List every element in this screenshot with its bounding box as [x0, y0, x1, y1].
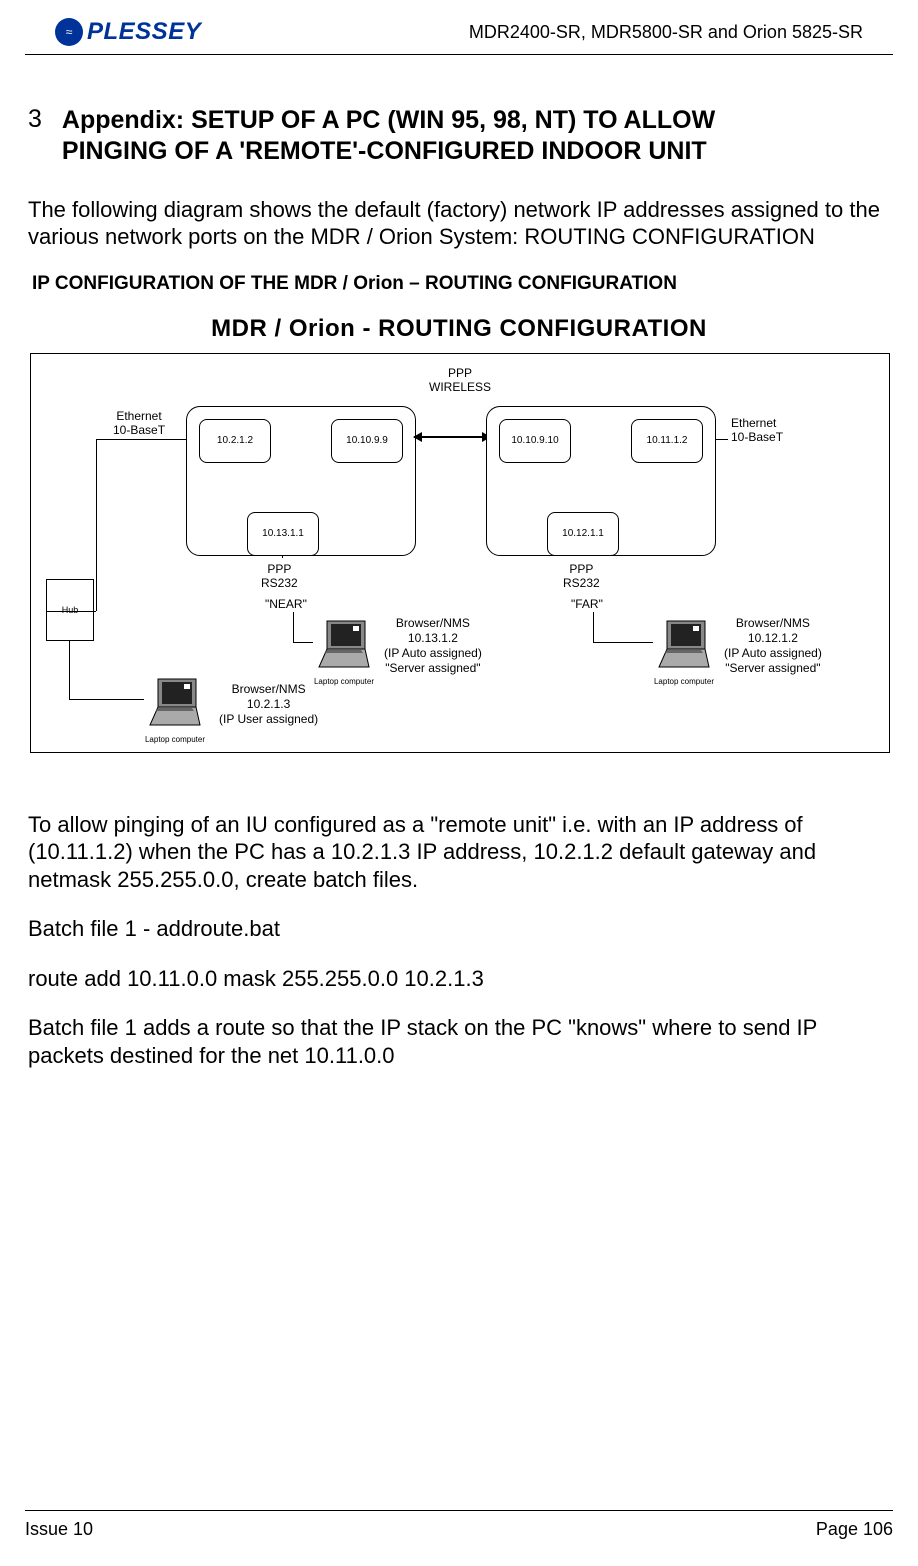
appendix-title: Appendix: SETUP OF A PC (WIN 95, 98, NT)… [62, 105, 715, 168]
port-near-serial: 10.13.1.1 [247, 512, 319, 556]
ethernet-label-left: Ethernet10-BaseT [113, 409, 165, 438]
hub-laptop-line-v [69, 641, 70, 699]
page-number: Page 106 [816, 1519, 893, 1540]
serial-line-far-v [593, 612, 594, 642]
port-far-eth: 10.11.1.2 [631, 419, 703, 463]
laptop-icon [313, 619, 375, 671]
page-content: 3 Appendix: SETUP OF A PC (WIN 95, 98, N… [0, 55, 918, 1069]
laptop-far: Laptop computer [653, 619, 715, 686]
logo-text: PLESSEY [87, 18, 201, 46]
ppp-wireless-label: PPPWIRELESS [429, 366, 491, 395]
ppp-rs232-right: PPPRS232 [563, 562, 600, 591]
hub-line [46, 611, 96, 612]
serial-line-far-h [593, 642, 653, 643]
port-far-serial: 10.12.1.1 [547, 512, 619, 556]
hub: Hub [46, 579, 94, 641]
laptop-icon [653, 619, 715, 671]
router-near: 10.2.1.2 10.10.9.9 10.13.1.1 [186, 406, 416, 556]
near-label: "NEAR" [265, 597, 307, 611]
logo-icon: ≈ [55, 18, 83, 46]
browser-info-hub: Browser/NMS 10.2.1.3 (IP User assigned) [219, 682, 318, 727]
far-label: "FAR" [571, 597, 603, 611]
laptop-hub: Laptop computer [144, 677, 206, 744]
l1 [282, 556, 283, 558]
page-header: ≈ PLESSEY MDR2400-SR, MDR5800-SR and Ori… [25, 0, 893, 55]
browser-info-far: Browser/NMS 10.12.1.2 (IP Auto assigned)… [724, 616, 822, 676]
port-near-wireless: 10.10.9.9 [331, 419, 403, 463]
body-p1: To allow pinging of an IU configured as … [28, 811, 890, 894]
router-far: 10.10.9.10 10.11.1.2 10.12.1.1 [486, 406, 716, 556]
wireless-link-arrow [414, 436, 490, 438]
laptop-near: Laptop computer [313, 619, 375, 686]
hub-laptop-line-h [69, 699, 144, 700]
logo: ≈ PLESSEY [55, 18, 201, 46]
eth-line-left-v [96, 439, 97, 611]
laptop-near-label: Laptop computer [313, 677, 375, 686]
port-near-eth: 10.2.1.2 [199, 419, 271, 463]
doc-reference: MDR2400-SR, MDR5800-SR and Orion 5825-SR [469, 22, 863, 43]
port-far-wireless: 10.10.9.10 [499, 419, 571, 463]
body-p4: Batch file 1 adds a route so that the IP… [28, 1014, 890, 1069]
issue-number: Issue 10 [25, 1519, 93, 1540]
appendix-heading: 3 Appendix: SETUP OF A PC (WIN 95, 98, N… [28, 105, 890, 168]
laptop-icon [144, 677, 206, 729]
body-p3: route add 10.11.0.0 mask 255.255.0.0 10.… [28, 965, 890, 993]
eth-line-right [716, 439, 728, 440]
eth-line-left [96, 439, 188, 440]
ethernet-label-right: Ethernet10-BaseT [731, 416, 783, 445]
page-footer: Issue 10 Page 106 [25, 1510, 893, 1540]
laptop-hub-label: Laptop computer [144, 735, 206, 744]
config-subheading: IP CONFIGURATION OF THE MDR / Orion – RO… [32, 273, 890, 295]
routing-diagram: PPPWIRELESS Ethernet10-BaseT Ethernet10-… [30, 353, 890, 753]
browser-info-near: Browser/NMS 10.13.1.2 (IP Auto assigned)… [384, 616, 482, 676]
serial-line-near-h [293, 642, 313, 643]
intro-paragraph: The following diagram shows the default … [28, 196, 890, 251]
appendix-number: 3 [28, 105, 42, 168]
diagram-title: MDR / Orion - ROUTING CONFIGURATION [28, 315, 890, 343]
ppp-rs232-left: PPPRS232 [261, 562, 298, 591]
body-p2: Batch file 1 - addroute.bat [28, 915, 890, 943]
laptop-far-label: Laptop computer [653, 677, 715, 686]
serial-line-near-v [293, 612, 294, 642]
